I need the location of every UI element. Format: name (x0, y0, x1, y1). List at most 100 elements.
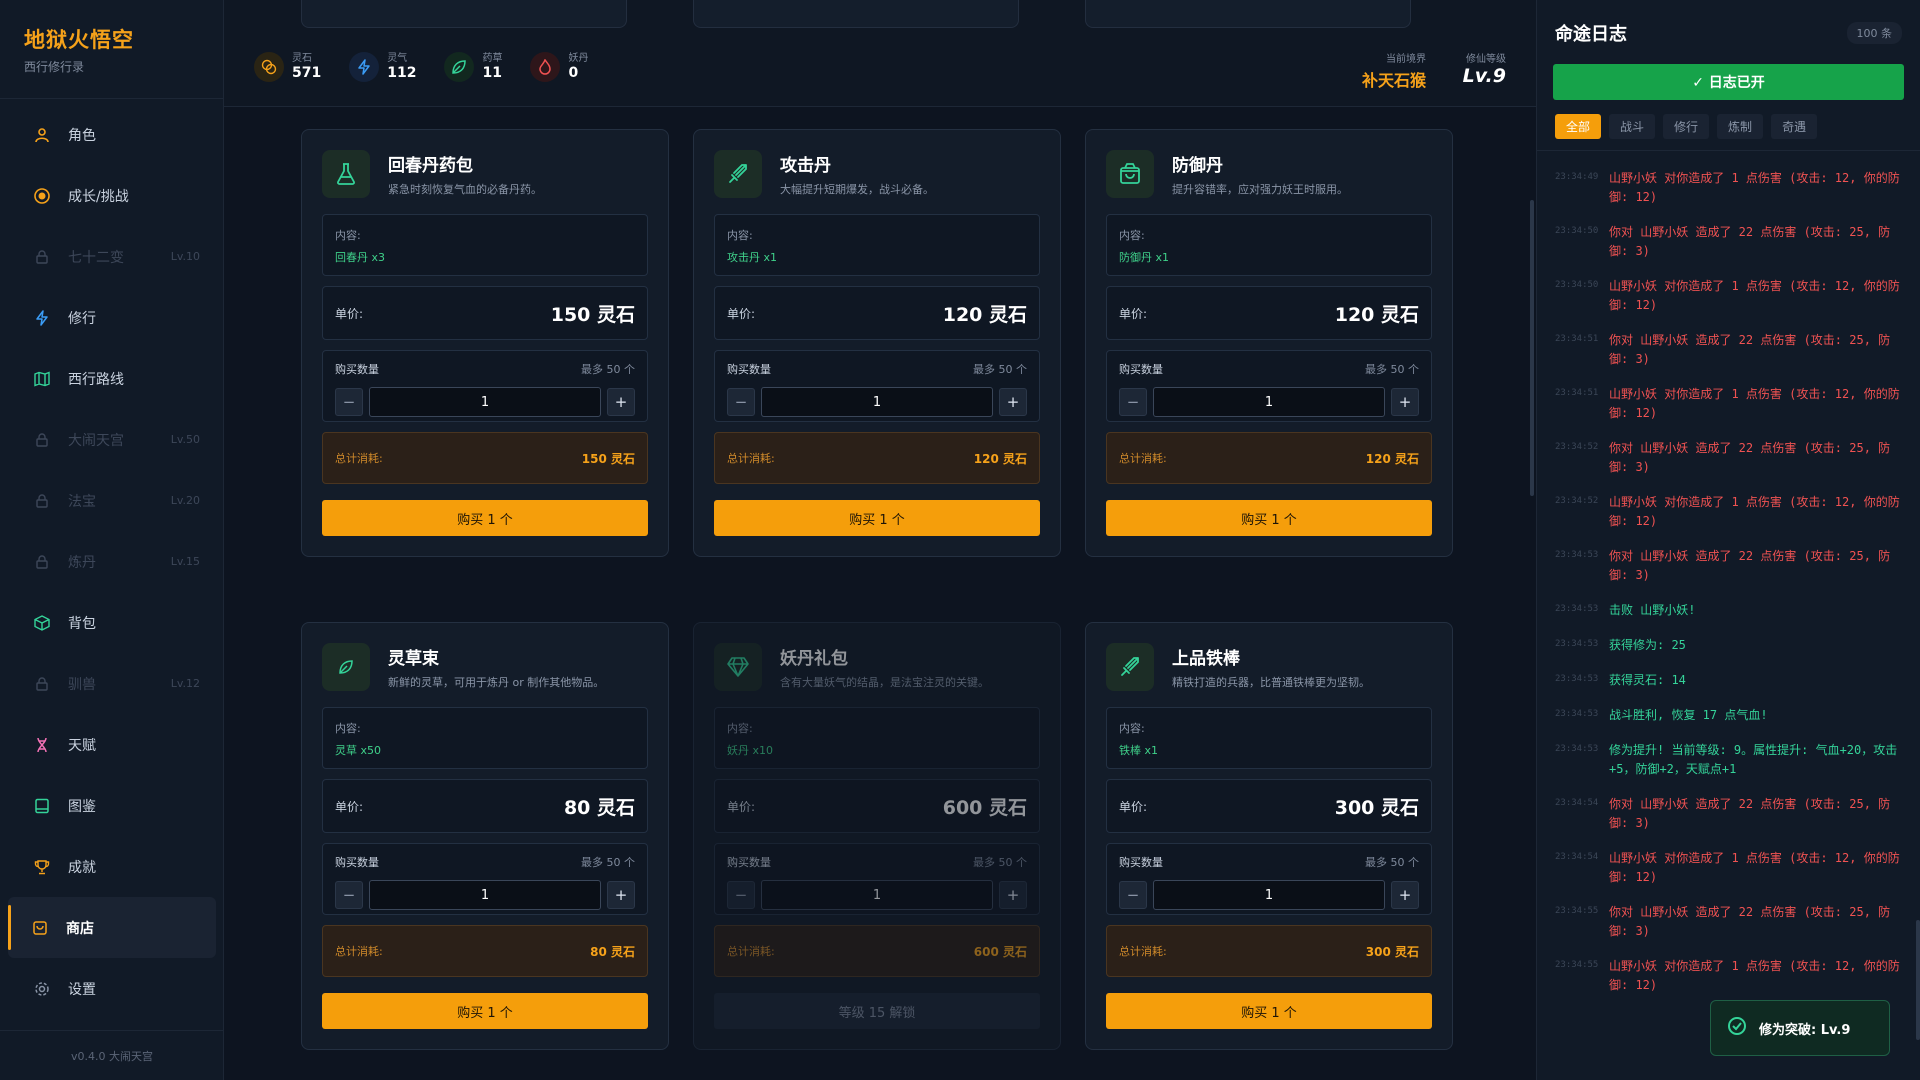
quantity-input[interactable] (369, 387, 601, 417)
shop-item-card: 攻击丹 大幅提升短期爆发，战斗必备。 内容: 攻击丹 x1 单价: 120 灵石… (693, 129, 1061, 557)
quantity-label: 购买数量 (335, 363, 379, 376)
sidebar-item-label: 商店 (66, 920, 94, 937)
sidebar-item-14[interactable]: 设置 (0, 958, 224, 1019)
resource-group: 灵石 571 灵气 112 药草 11 妖丹 0 (254, 52, 588, 82)
sidebar-item-4[interactable]: 西行路线 (0, 348, 224, 409)
resource-value: 571 (292, 65, 322, 81)
sidebar-item-2[interactable]: 七十二变 Lv.10 (0, 226, 224, 287)
book-icon (32, 796, 52, 816)
log-list[interactable]: 23:34:49 山野小妖 对你造成了 1 点伤害 (攻击: 12, 你的防御:… (1537, 150, 1920, 1080)
quantity-max: 最多 50 个 (581, 856, 635, 869)
buy-button[interactable]: 购买 1 个 (322, 993, 648, 1029)
log-entry: 23:34:52 山野小妖 对你造成了 1 点伤害 (攻击: 12, 你的防御:… (1555, 493, 1901, 531)
log-tab[interactable]: 战斗 (1609, 114, 1656, 139)
increment-button[interactable]: + (607, 881, 635, 909)
sidebar-item-9[interactable]: 驯兽 Lv.12 (0, 653, 224, 714)
card-header: 妖丹礼包 含有大量妖气的结晶，是法宝注灵的关键。 (714, 643, 1040, 691)
log-tab[interactable]: 修行 (1663, 114, 1710, 139)
log-scrollbar[interactable] (1916, 920, 1920, 1040)
log-entry: 23:34:50 山野小妖 对你造成了 1 点伤害 (攻击: 12, 你的防御:… (1555, 277, 1901, 315)
log-tab[interactable]: 奇遇 (1771, 114, 1818, 139)
log-tab[interactable]: 全部 (1555, 114, 1602, 139)
quantity-input[interactable] (1153, 387, 1385, 417)
card-header: 灵草束 新鲜的灵草，可用于炼丹 or 制作其他物品。 (322, 643, 648, 691)
sidebar-item-5[interactable]: 大闹天宫 Lv.50 (0, 409, 224, 470)
quantity-max: 最多 50 个 (1365, 856, 1419, 869)
sidebar-item-label: 修行 (68, 310, 96, 327)
increment-button[interactable]: + (999, 881, 1027, 909)
resource-value: 0 (568, 65, 579, 81)
quantity-input[interactable] (761, 880, 993, 910)
total-value: 600 灵石 (973, 944, 1027, 959)
resource-label: 灵气 (387, 53, 408, 64)
item-description: 精铁打造的兵器，比普通铁棒更为坚韧。 (1172, 676, 1370, 689)
coin-icon (254, 52, 284, 82)
resource-item: 灵气 112 (349, 52, 416, 82)
log-entry: 23:34:53 获得修为: 25 (1555, 636, 1901, 655)
box-icon (32, 613, 52, 633)
sidebar-item-12[interactable]: 成就 (0, 836, 224, 897)
increment-button[interactable]: + (1391, 388, 1419, 416)
sidebar-item-6[interactable]: 法宝 Lv.20 (0, 470, 224, 531)
buy-button[interactable]: 购买 1 个 (714, 500, 1040, 536)
buy-button[interactable]: 购买 1 个 (322, 500, 648, 536)
sidebar-item-label: 炼丹 (68, 554, 96, 571)
resource-value: 112 (387, 65, 417, 81)
decrement-button[interactable]: − (727, 388, 755, 416)
total-cost-box: 总计消耗: 300 灵石 (1106, 925, 1432, 977)
buy-button[interactable]: 等级 15 解锁 (714, 993, 1040, 1029)
item-content-box: 内容: 防御丹 x1 (1106, 214, 1432, 276)
shop-item-card: 上品铁棒 精铁打造的兵器，比普通铁棒更为坚韧。 内容: 铁棒 x1 单价: 30… (1085, 622, 1453, 1050)
quantity-label: 购买数量 (727, 856, 771, 869)
decrement-button[interactable]: − (1119, 388, 1147, 416)
total-cost-box: 总计消耗: 120 灵石 (1106, 432, 1432, 484)
sidebar-item-7[interactable]: 炼丹 Lv.15 (0, 531, 224, 592)
sidebar-item-0[interactable]: 角色 (0, 104, 224, 165)
sidebar-item-3[interactable]: 修行 (0, 287, 224, 348)
increment-button[interactable]: + (1391, 881, 1419, 909)
card-header: 上品铁棒 精铁打造的兵器，比普通铁棒更为坚韧。 (1106, 643, 1432, 691)
log-tab[interactable]: 炼制 (1717, 114, 1764, 139)
decrement-button[interactable]: − (335, 881, 363, 909)
log-message: 你对 山野小妖 造成了 22 点伤害 (攻击: 25, 防御: 3) (1609, 797, 1891, 830)
log-entry: 23:34:53 你对 山野小妖 造成了 22 点伤害 (攻击: 25, 防御:… (1555, 547, 1901, 585)
buy-button[interactable]: 购买 1 个 (1106, 993, 1432, 1029)
quantity-label: 购买数量 (727, 363, 771, 376)
sidebar-item-13[interactable]: 商店 (8, 897, 216, 958)
sidebar-item-level: Lv.10 (170, 250, 200, 263)
version-label: v0.4.0 大闹天宫 (0, 1030, 224, 1080)
price-label: 单价: (727, 799, 756, 814)
quantity-input[interactable] (761, 387, 993, 417)
decrement-button[interactable]: − (335, 388, 363, 416)
sidebar-item-11[interactable]: 图鉴 (0, 775, 224, 836)
quantity-box: 购买数量 最多 50 个 − + (714, 843, 1040, 915)
lightning-icon (349, 52, 380, 82)
quantity-box: 购买数量 最多 50 个 − + (322, 843, 648, 915)
log-timestamp: 23:34:55 (1555, 960, 1599, 970)
quantity-input[interactable] (369, 880, 601, 910)
lock-icon (32, 430, 52, 450)
resource-label: 妖丹 (568, 53, 589, 64)
item-name: 妖丹礼包 (780, 649, 848, 669)
content-value: 防御丹 x1 (1119, 251, 1170, 264)
content-value: 妖丹 x10 (727, 744, 774, 757)
sidebar-item-8[interactable]: 背包 (0, 592, 224, 653)
log-message: 山野小妖 对你造成了 1 点伤害 (攻击: 12, 你的防御: 12) (1609, 387, 1900, 420)
leaf-icon (444, 52, 475, 82)
log-toggle-button[interactable]: ✓ 日志已开 (1553, 64, 1904, 100)
decrement-button[interactable]: − (1119, 881, 1147, 909)
quantity-input[interactable] (1153, 880, 1385, 910)
log-timestamp: 23:34:50 (1555, 280, 1599, 290)
increment-button[interactable]: + (999, 388, 1027, 416)
buy-button[interactable]: 购买 1 个 (1106, 500, 1432, 536)
decrement-button[interactable]: − (727, 881, 755, 909)
total-cost-box: 总计消耗: 120 灵石 (714, 432, 1040, 484)
lock-icon (32, 491, 52, 511)
sidebar-item-1[interactable]: 成长/挑战 (0, 165, 224, 226)
sword-icon (1106, 643, 1154, 691)
increment-button[interactable]: + (607, 388, 635, 416)
main-scrollbar[interactable] (1530, 200, 1534, 496)
sidebar-item-10[interactable]: 天赋 (0, 714, 224, 775)
total-label: 总计消耗: (1119, 452, 1167, 465)
content-label: 内容: (727, 229, 753, 242)
